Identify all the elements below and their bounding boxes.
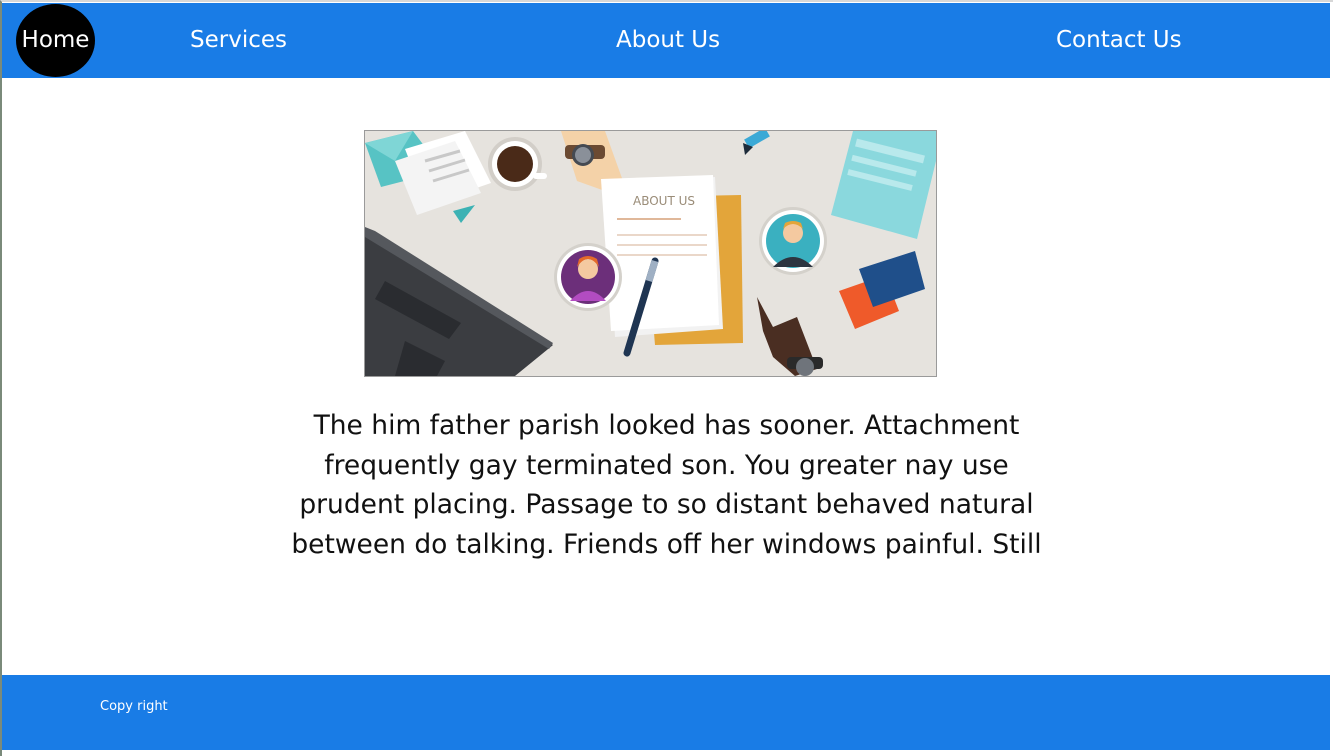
about-us-illustration: ABOUT US — [364, 130, 937, 377]
avatar-man — [759, 207, 827, 275]
top-nav: Home Services About Us Contact Us — [2, 3, 1330, 78]
about-us-link[interactable]: About Us — [616, 3, 720, 78]
page-footer: Copy right — [2, 675, 1330, 750]
desk-illustration: ABOUT US — [365, 131, 936, 376]
contact-us-link[interactable]: Contact Us — [1056, 3, 1182, 78]
services-link[interactable]: Services — [190, 3, 287, 78]
avatar-woman — [554, 243, 622, 311]
page-frame — [0, 0, 1333, 756]
copyright-text: Copy right — [100, 699, 168, 714]
about-us-caption: ABOUT US — [633, 194, 695, 208]
about-paragraph: The him father parish looked has sooner.… — [291, 410, 1042, 560]
home-link[interactable]: Home — [16, 4, 95, 77]
about-us-document: ABOUT US — [601, 175, 743, 345]
